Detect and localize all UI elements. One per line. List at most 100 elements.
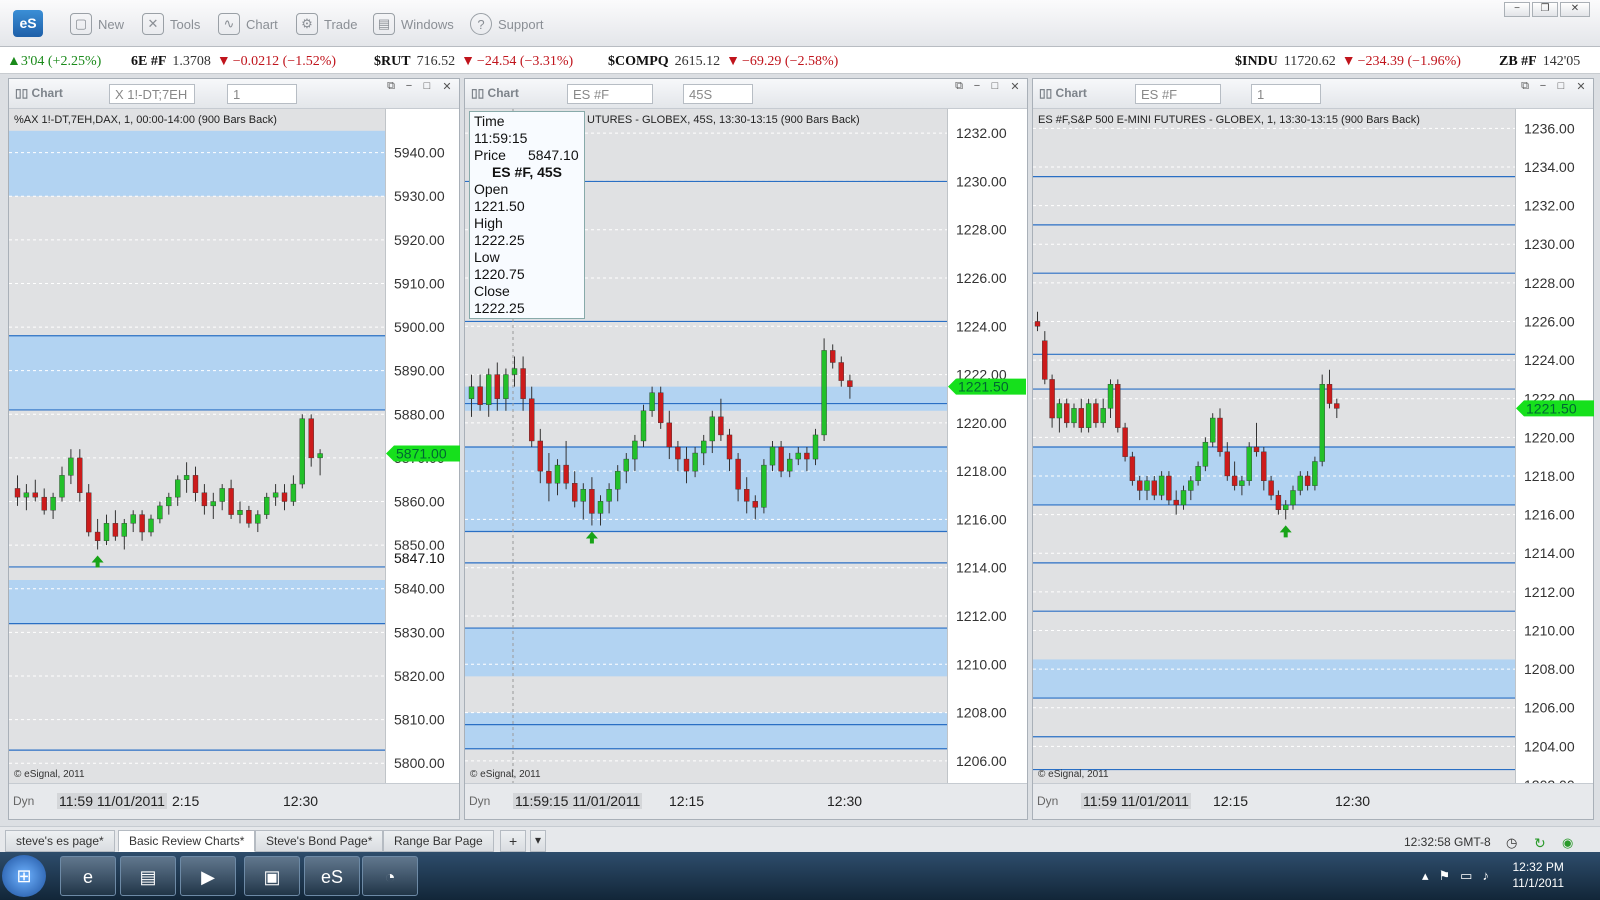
- dyn-label[interactable]: Dyn: [13, 794, 34, 808]
- candle-body: [192, 475, 199, 493]
- candle-body: [1253, 446, 1260, 453]
- price-axis[interactable]: 1232.00 1230.00 1228.00 1226.00 1224.00 1222.…: [947, 109, 1027, 783]
- ticker-item[interactable]: 6E #F 1.3708 ▼ −0.0212 (−1.52%): [131, 52, 336, 70]
- candle-body: [692, 452, 698, 472]
- price-tick-label: 1216.00: [1524, 507, 1575, 523]
- ticker-item[interactable]: $INDU 11720.62 ▼ −234.39 (−1.96%): [1235, 52, 1461, 70]
- candle-body: [812, 434, 819, 460]
- candle-body: [1180, 490, 1187, 506]
- panel-maximize-button[interactable]: □: [987, 80, 1003, 94]
- ticker-item[interactable]: ▲3'04 (+2.25%): [7, 52, 101, 70]
- restore-button[interactable]: ❐: [1532, 2, 1558, 17]
- candle-body: [477, 386, 483, 405]
- price-axis[interactable]: 1236.00 1234.00 1232.00 1230.00 1228.00 1226.…: [1515, 109, 1594, 793]
- refresh-icon[interactable]: ↻: [1534, 835, 1546, 852]
- symbol-input[interactable]: ES #F: [1135, 84, 1221, 104]
- start-button[interactable]: ⊞: [2, 855, 46, 897]
- desktop-taskbar-icon[interactable]: ▣: [244, 856, 300, 896]
- trade-button[interactable]: ⚙ Trade: [296, 13, 357, 35]
- panel-close-button[interactable]: ✕: [439, 80, 455, 94]
- candle-body: [59, 475, 65, 498]
- candle-body: [778, 446, 784, 472]
- interval-select[interactable]: 45S: [683, 84, 753, 104]
- candle-body: [1173, 499, 1179, 506]
- ticker-item[interactable]: $RUT 716.52 ▼ −24.54 (−3.31%): [374, 52, 573, 70]
- support-button[interactable]: ? Support: [470, 13, 544, 35]
- cursor-datetime: 11:59 11/01/2011: [1081, 793, 1191, 809]
- panel-minimize-button[interactable]: −: [1535, 80, 1551, 94]
- chart-plot-area[interactable]: UTURES - GLOBEX, 45S, 13:30-13:15 (900 B…: [465, 109, 949, 783]
- down-arrow-icon: ▼: [216, 54, 231, 69]
- tab-steves-es-page[interactable]: steve's es page*: [5, 830, 115, 852]
- panel-minimize-button[interactable]: −: [401, 80, 417, 94]
- esignal-logo[interactable]: eS: [13, 10, 43, 37]
- ticker-bar: ▲3'04 (+2.25%) 6E #F 1.3708 ▼ −0.0212 (−1.5…: [0, 47, 1600, 74]
- connection-icon[interactable]: ◉: [1562, 835, 1573, 851]
- ticker-item[interactable]: $COMPQ 2615.12 ▼ −69.29 (−2.58%): [608, 52, 838, 70]
- interval-select[interactable]: 1: [227, 84, 297, 104]
- tab-steves-bond-page[interactable]: Steve's Bond Page*: [255, 830, 384, 852]
- panel-close-button[interactable]: ✕: [1007, 80, 1023, 94]
- chart-plot-area[interactable]: %AX 1!-DT,7EH,DAX, 1, 00:00-14:00 (900 B…: [9, 109, 387, 783]
- support-icon: ?: [470, 13, 492, 35]
- candle-body: [683, 458, 690, 472]
- candle-body: [290, 483, 297, 502]
- time-tick: 12:15: [669, 793, 705, 809]
- esignal-taskbar-icon[interactable]: eS: [304, 856, 360, 896]
- symbol-input[interactable]: X 1!-DT;7EH: [109, 84, 195, 104]
- ticker-price: 1.3708: [172, 54, 211, 69]
- panel-close-button[interactable]: ✕: [1573, 80, 1589, 94]
- dyn-label[interactable]: Dyn: [1037, 794, 1058, 808]
- panel-restore-button[interactable]: ⧉: [383, 80, 399, 94]
- close-button[interactable]: ✕: [1560, 2, 1590, 17]
- panel-maximize-button[interactable]: □: [1553, 80, 1569, 94]
- chart-footer: Dyn 11:59 11/01/2011 2:15 12:30: [9, 783, 459, 819]
- interval-select[interactable]: 1: [1251, 84, 1321, 104]
- candle-body: [821, 350, 827, 436]
- minimize-button[interactable]: −: [1504, 2, 1530, 17]
- chart-panel-dax: ▯▯ Chart X 1!-DT;7EH 1 ⧉ − □ ✕ %AX 1!-DT…: [8, 78, 464, 820]
- dyn-label[interactable]: Dyn: [469, 794, 490, 808]
- symbol-input[interactable]: ES #F: [567, 84, 653, 104]
- tools-button[interactable]: ✕ Tools: [142, 13, 200, 35]
- chart-button[interactable]: ∿ Chart: [218, 13, 278, 35]
- taskbar-clock[interactable]: 12:32 PM 11/1/2011: [1512, 859, 1564, 891]
- candle-body: [85, 492, 92, 533]
- panel-restore-button[interactable]: ⧉: [951, 80, 967, 94]
- media-player-taskbar-icon[interactable]: ▶: [180, 856, 236, 896]
- price-axis[interactable]: 5940.00 5930.00 5920.00 5910.00 5900.00 5890.…: [385, 109, 464, 783]
- panel-title: ▯▯ Chart: [15, 86, 63, 100]
- panel-minimize-button[interactable]: −: [969, 80, 985, 94]
- clock-icon[interactable]: ◷: [1506, 835, 1517, 851]
- tray-icons[interactable]: ▴⚑▭♪: [1422, 868, 1499, 884]
- candle-body: [1275, 495, 1282, 510]
- candle-body: [1239, 480, 1245, 486]
- panel-restore-button[interactable]: ⧉: [1517, 80, 1533, 94]
- candle-body: [1202, 441, 1209, 467]
- ticker-item[interactable]: ZB #F 142'05: [1499, 52, 1580, 70]
- price-tick-label: 1212.00: [956, 608, 1007, 624]
- add-tab-button[interactable]: +: [500, 830, 527, 852]
- candle-body: [1224, 451, 1231, 477]
- chart-plot-area[interactable]: ES #F,S&P 500 E-MINI FUTURES - GLOBEX, 1…: [1033, 109, 1517, 783]
- candle-body: [606, 489, 612, 502]
- price-tick-label: 1232.00: [1524, 198, 1575, 214]
- explorer-taskbar-icon[interactable]: ▤: [120, 856, 176, 896]
- candle-body: [32, 492, 38, 498]
- candle-body: [769, 446, 776, 466]
- chart-app-taskbar-icon[interactable]: ◔: [362, 856, 418, 896]
- panel-maximize-button[interactable]: □: [419, 80, 435, 94]
- candle-body: [1064, 403, 1070, 424]
- tab-range-bar-page[interactable]: Range Bar Page: [383, 830, 494, 852]
- chart-canvas: [1033, 127, 1517, 771]
- tab-menu-button[interactable]: ▾: [530, 830, 547, 852]
- tab-basic-review-charts[interactable]: Basic Review Charts*: [118, 830, 256, 852]
- new-button[interactable]: ▢ New: [70, 13, 124, 35]
- down-arrow-icon: ▼: [1341, 54, 1356, 69]
- candle-body: [1122, 427, 1128, 457]
- ie-taskbar-icon[interactable]: e: [60, 856, 116, 896]
- price-tick-label: 5840.00: [394, 581, 445, 597]
- candle-body: [520, 368, 526, 399]
- candle-body: [1304, 475, 1311, 486]
- windows-button[interactable]: ▤ Windows: [373, 13, 454, 35]
